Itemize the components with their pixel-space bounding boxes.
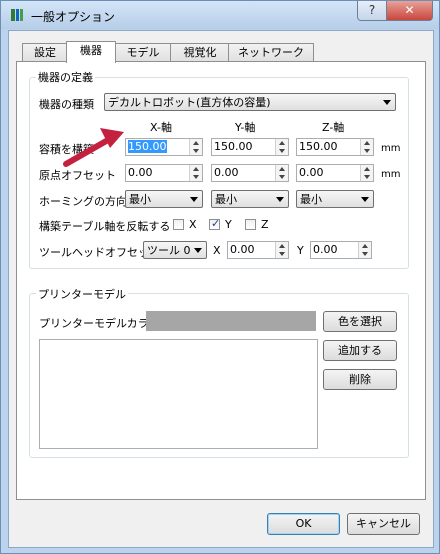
tab-machine[interactable]: 機器 <box>66 41 116 63</box>
annotation-arrow-icon <box>63 128 124 167</box>
